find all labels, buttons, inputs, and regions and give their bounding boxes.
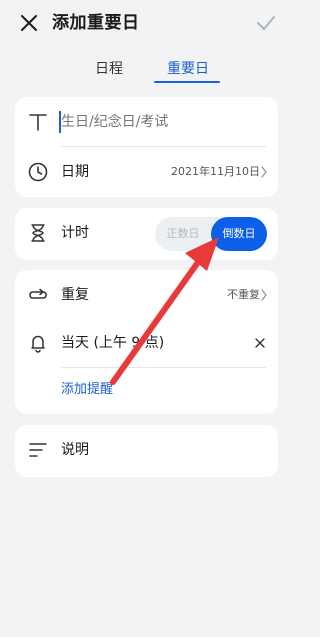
tab-bar: 日程 重要日 [0,56,292,86]
hourglass-icon [31,224,45,242]
timer-label: 计时 [61,225,89,241]
notes-label: 说明 [61,442,89,458]
repeat-label: 重复 [61,287,89,303]
check-icon[interactable] [256,13,276,33]
countdown-option[interactable]: 倒数日 [211,217,267,251]
add-reminder-link[interactable]: 添加提醒 [61,381,113,399]
repeat-row[interactable]: 重复 不重复 [15,270,278,320]
close-icon[interactable] [18,12,40,34]
repeat-value: 不重复 [227,288,260,301]
chevron-right-icon [261,289,267,301]
timer-card: 计时 正数日 倒数日 [15,208,278,260]
title-input[interactable] [61,113,261,131]
top-bar: 添加重要日 [0,0,292,46]
reminder-row: 当天 (上午 9 点) [15,318,278,368]
divider [61,367,266,368]
notes-row[interactable]: 说明 [15,425,278,475]
notes-icon [29,443,47,457]
date-label: 日期 [61,164,89,180]
tab-active-indicator [154,81,220,83]
reminder-label: 当天 (上午 9 点) [61,335,165,351]
title-row[interactable] [15,97,278,147]
tab-schedule[interactable]: 日程 [95,60,123,78]
count-up-option[interactable]: 正数日 [155,217,211,251]
timer-row: 计时 正数日 倒数日 [15,208,278,258]
tab-important-day[interactable]: 重要日 [167,60,209,78]
date-row[interactable]: 日期 2021年11月10日 [15,147,278,197]
chevron-right-icon [261,166,267,178]
notes-card: 说明 [15,425,278,477]
bell-icon [31,335,45,353]
repeat-reminder-card: 重复 不重复 当天 (上午 9 点) 添加提醒 [15,270,278,414]
delete-x-icon[interactable] [254,337,266,349]
count-mode-toggle[interactable]: 正数日 倒数日 [155,217,267,251]
page-title: 添加重要日 [52,13,140,33]
date-value: 2021年11月10日 [171,165,260,178]
title-date-card: 日期 2021年11月10日 [15,97,278,197]
repeat-icon [29,288,47,299]
text-icon [29,114,47,131]
clock-icon [28,162,48,182]
